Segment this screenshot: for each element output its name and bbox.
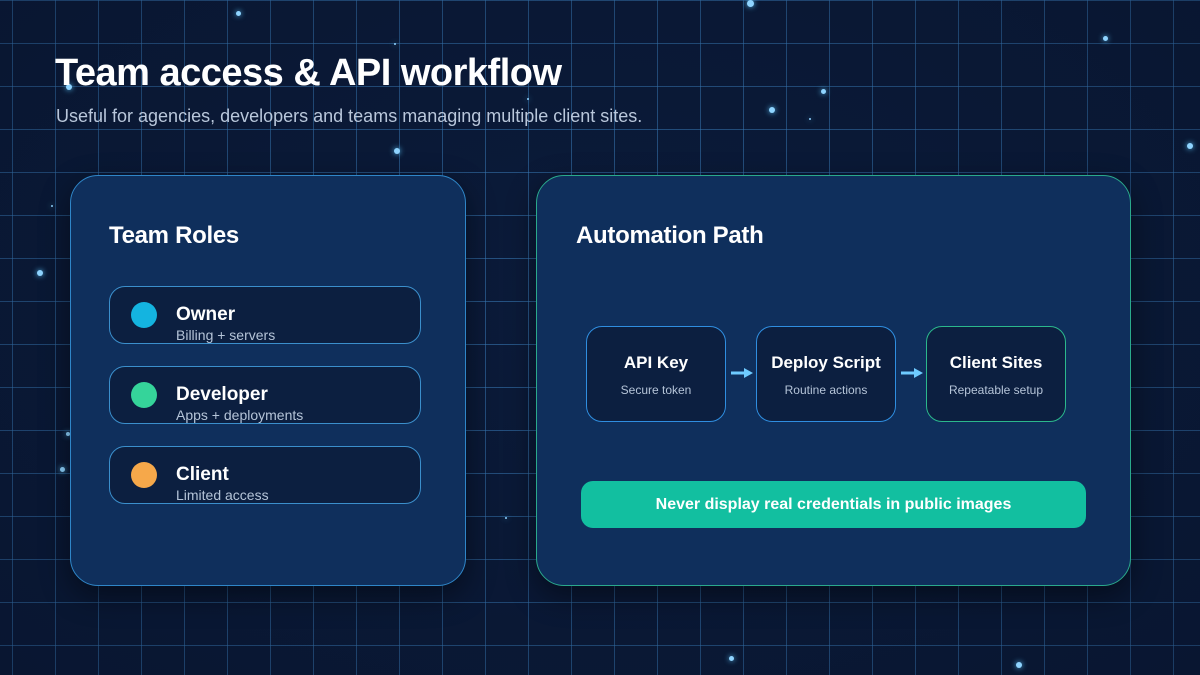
team-roles-panel: Team Roles Owner Billing + servers Devel… bbox=[70, 175, 466, 586]
step-description: Routine actions bbox=[784, 383, 868, 397]
step-name: API Key bbox=[623, 353, 689, 372]
step-api-key: API Key Secure token bbox=[586, 326, 726, 422]
role-developer: Developer Apps + deployments bbox=[109, 366, 421, 424]
star-dot bbox=[729, 656, 734, 661]
step-name: Deploy Script bbox=[771, 353, 881, 372]
star-dot bbox=[51, 205, 53, 207]
star-dot bbox=[769, 107, 775, 113]
star-dot bbox=[1103, 36, 1108, 41]
client-color-dot bbox=[131, 462, 157, 488]
star-dot bbox=[37, 270, 43, 276]
owner-color-dot bbox=[131, 302, 157, 328]
page-title: Team access & API workflow bbox=[55, 52, 562, 94]
developer-color-dot bbox=[131, 382, 157, 408]
arrow-right-icon bbox=[901, 368, 923, 378]
role-description: Billing + servers bbox=[176, 327, 276, 343]
step-description: Secure token bbox=[620, 383, 692, 397]
role-owner: Owner Billing + servers bbox=[109, 286, 421, 344]
step-deploy-script: Deploy Script Routine actions bbox=[756, 326, 896, 422]
step-client-sites: Client Sites Repeatable setup bbox=[926, 326, 1066, 422]
role-name: Developer bbox=[176, 384, 268, 405]
star-dot bbox=[809, 118, 811, 120]
star-dot bbox=[60, 467, 65, 472]
role-description: Limited access bbox=[176, 487, 269, 503]
role-client: Client Limited access bbox=[109, 446, 421, 504]
role-name: Client bbox=[176, 464, 229, 485]
star-dot bbox=[505, 517, 507, 519]
star-dot bbox=[527, 98, 529, 100]
page-subtitle: Useful for agencies, developers and team… bbox=[56, 106, 643, 126]
star-dot bbox=[394, 148, 400, 154]
step-name: Client Sites bbox=[949, 353, 1043, 372]
automation-path-title: Automation Path bbox=[576, 222, 764, 249]
role-description: Apps + deployments bbox=[176, 407, 304, 423]
credentials-warning-banner: Never display real credentials in public… bbox=[581, 481, 1086, 528]
star-dot bbox=[747, 0, 754, 7]
star-dot bbox=[1187, 143, 1193, 149]
automation-path-panel: Automation Path API Key Secure token Dep… bbox=[536, 175, 1131, 586]
star-dot bbox=[236, 11, 241, 16]
star-dot bbox=[821, 89, 826, 94]
step-description: Repeatable setup bbox=[948, 383, 1044, 397]
star-dot bbox=[1016, 662, 1022, 668]
star-dot bbox=[394, 43, 396, 45]
role-name: Owner bbox=[176, 304, 236, 325]
team-roles-title: Team Roles bbox=[109, 222, 239, 249]
arrow-right-icon bbox=[731, 368, 753, 378]
